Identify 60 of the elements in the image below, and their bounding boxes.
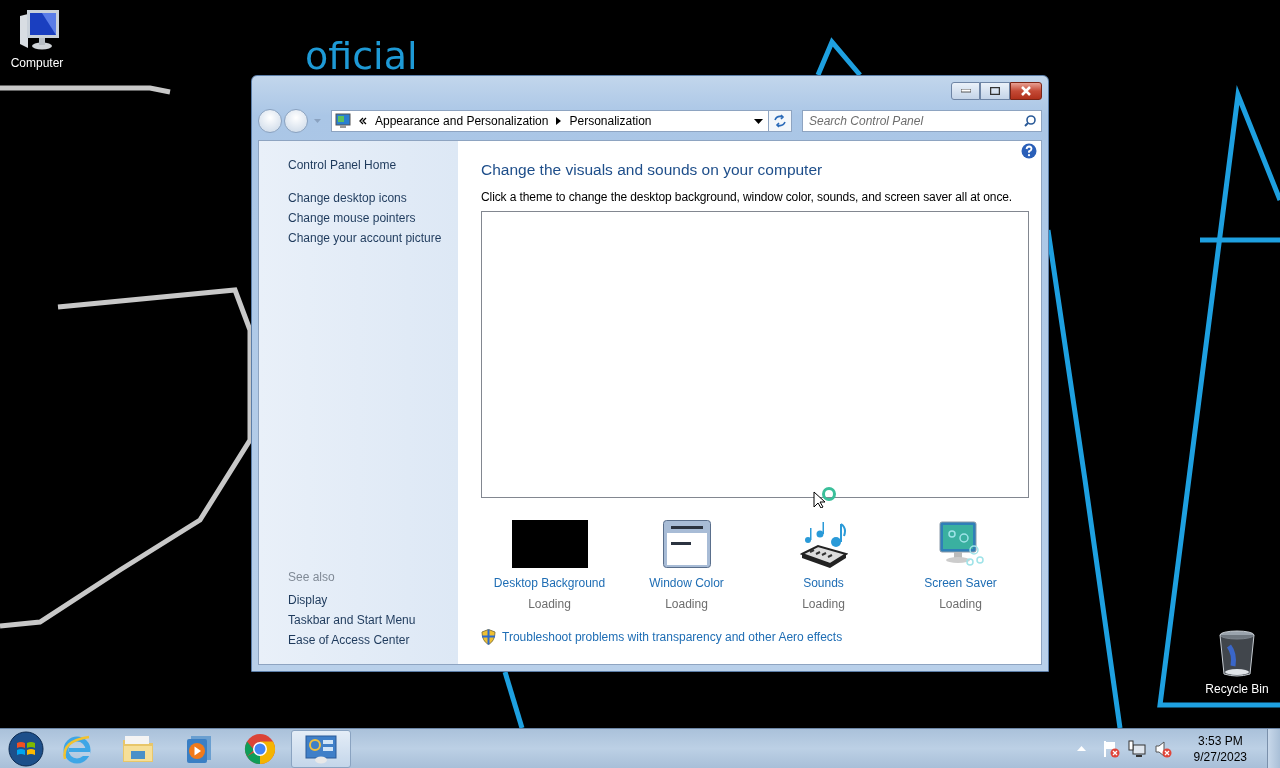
maximize-button[interactable] (980, 82, 1010, 100)
speaker-muted-icon[interactable] (1153, 739, 1172, 758)
status-text: Loading (665, 597, 708, 611)
sidebar-link[interactable]: Display (288, 590, 458, 610)
sidebar-link[interactable]: Ease of Access Center (288, 630, 458, 650)
media-player-icon (185, 733, 213, 764)
flag-error-icon[interactable] (1101, 739, 1120, 758)
taskbar-button[interactable] (291, 729, 351, 768)
sidebar-link[interactable]: Taskbar and Start Menu (288, 610, 458, 630)
desktop-icon-label[interactable]: Computer (10, 56, 64, 70)
clock-date: 9/27/2023 (1193, 749, 1247, 764)
control-panel-icon (335, 113, 351, 129)
refresh-button[interactable] (768, 110, 792, 132)
sidebar-link[interactable]: Control Panel Home (288, 155, 458, 175)
back-button[interactable] (258, 109, 282, 133)
maximize-icon (990, 87, 1000, 95)
chevrons-icon (359, 117, 367, 125)
clock[interactable]: 3:53 PM 9/27/2023 (1193, 733, 1247, 764)
recycle-bin-icon (1217, 630, 1257, 678)
troubleshoot-link[interactable]: Troubleshoot problems with transparency and other Aero effects (502, 630, 843, 644)
breadcrumb[interactable]: Appearance and Personalization (375, 114, 549, 128)
setting-link[interactable]: Window Color (649, 576, 724, 590)
desktop-icon-label[interactable]: Recycle Bin (1205, 682, 1269, 696)
chrome-icon (244, 732, 276, 765)
description-text: Click a theme to change the desktop background, window color, sounds, and screen saver all at once. (481, 190, 1014, 204)
network-icon[interactable] (1127, 739, 1146, 758)
setting-link[interactable]: Desktop Background (493, 576, 606, 590)
forward-button[interactable] (284, 109, 308, 133)
close-button[interactable] (1010, 82, 1042, 100)
setting-link[interactable]: Screen Saver (924, 576, 997, 590)
refresh-icon (773, 114, 787, 128)
clock-time: 3:53 PM (1197, 733, 1243, 748)
sidebar-link[interactable]: Change mouse pointers (288, 208, 458, 228)
control-panel-icon (304, 733, 338, 764)
status-text: Loading (939, 597, 982, 611)
wallpaper-text: oficial (305, 34, 418, 78)
show-desktop-button[interactable] (1267, 728, 1280, 768)
sidebar-link[interactable]: Change desktop icons (288, 188, 458, 208)
close-icon (1020, 86, 1032, 96)
status-text: Loading (528, 597, 571, 611)
search-field[interactable]: Search Control Panel (802, 110, 1042, 132)
window-color-icon (662, 520, 711, 568)
minimize-icon (960, 89, 971, 93)
shield-icon (481, 629, 496, 645)
address-bar[interactable]: Appearance and Personalization Personalization (331, 110, 770, 132)
help-icon[interactable] (1021, 143, 1037, 159)
page-heading: Change the visuals and sounds on your computer (481, 161, 824, 179)
busy-cursor-icon (813, 486, 839, 508)
wallpaper-thumbnail-icon (511, 520, 588, 568)
music-keyboard-icon (799, 520, 848, 568)
folder-icon (121, 733, 155, 764)
sidebar-link[interactable]: Change your account picture (288, 228, 458, 248)
breadcrumb[interactable]: Personalization (569, 114, 652, 128)
setting-link[interactable]: Sounds (803, 576, 844, 590)
search-icon (1024, 115, 1036, 127)
section-heading: See also (288, 570, 336, 586)
status-text: Loading (802, 597, 845, 611)
start-button[interactable] (6, 728, 46, 768)
breadcrumb-arrow-icon (556, 117, 562, 125)
dropdown-caret-icon[interactable] (754, 118, 763, 124)
